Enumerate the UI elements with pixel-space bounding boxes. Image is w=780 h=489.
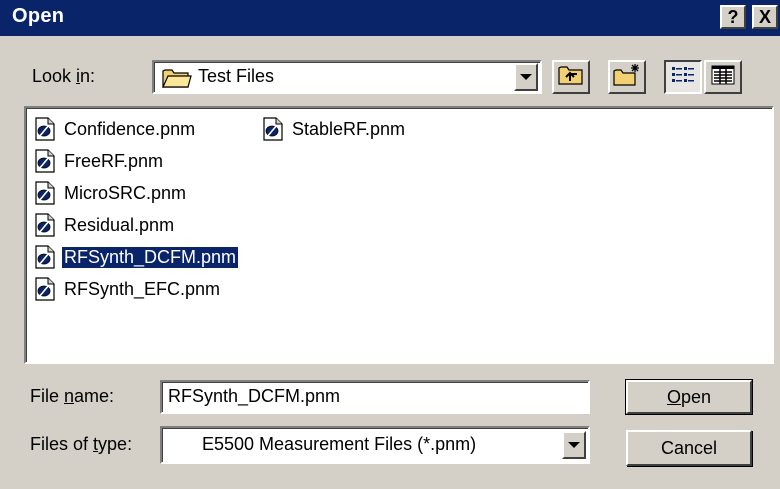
pnm-file-icon [34,116,62,142]
pnm-file-icon [34,244,62,270]
chevron-down-icon [520,74,532,80]
details-view-button[interactable] [704,60,742,94]
file-name-input[interactable]: RFSynth_DCFM.pnm [160,380,590,414]
look-in-value: Test Files [198,66,275,86]
look-in-dropdown-button[interactable] [514,63,538,91]
file-item-label: FreeRF.pnm [64,150,164,171]
pnm-file-icon [34,212,62,238]
file-type-value: E5500 Measurement Files (*.pnm) [202,434,477,454]
list-view-icon [670,64,696,91]
file-item[interactable]: RFSynth_EFC.pnm [34,274,222,304]
details-view-icon [710,64,736,91]
list-view-button[interactable] [664,60,702,94]
file-type-label: Files of type: [30,434,133,454]
file-item-label: StableRF.pnm [292,118,406,139]
pnm-file-icon [262,116,290,142]
cancel-button-label: Cancel [660,437,718,458]
open-button[interactable]: Open [625,379,753,415]
file-type-dropdown-button[interactable] [562,431,586,459]
file-item[interactable]: RFSynth_DCFM.pnm [34,242,240,272]
new-folder-icon [613,63,641,92]
file-item-label: Confidence.pnm [64,118,196,139]
title-bar: Open ? X [0,0,780,36]
file-item-label: MicroSRC.pnm [64,182,187,203]
help-icon: ? [727,7,739,27]
pnm-file-icon [34,180,62,206]
file-item-label: Residual.pnm [64,214,175,235]
pnm-file-icon [34,276,62,302]
file-name-label: File name: [30,386,115,406]
file-item[interactable]: MicroSRC.pnm [34,178,188,208]
close-icon: X [758,7,771,27]
open-button-label: Open [666,386,712,407]
look-in-combo[interactable]: Test Files [152,60,542,94]
file-item-label: RFSynth_DCFM.pnm [60,245,240,269]
file-list[interactable]: Confidence.pnm FreeRF.pnm MicroSRC.pnm Resi… [24,106,774,364]
close-button[interactable]: X [752,5,778,29]
file-item[interactable]: StableRF.pnm [262,114,407,144]
pnm-file-icon [34,148,62,174]
cancel-button[interactable]: Cancel [626,430,752,466]
new-folder-button[interactable] [608,60,646,94]
window-title: Open [12,5,65,27]
help-button[interactable]: ? [720,5,746,29]
file-item[interactable]: Confidence.pnm [34,114,197,144]
look-in-label: Look in: [32,66,96,86]
up-one-level-button[interactable] [552,60,590,94]
file-item-label: RFSynth_EFC.pnm [64,278,221,299]
up-folder-icon [558,64,584,91]
chevron-down-icon [568,442,580,448]
folder-icon [162,67,192,94]
file-type-select[interactable]: E5500 Measurement Files (*.pnm) [160,426,590,464]
file-name-value: RFSynth_DCFM.pnm [168,386,341,406]
file-item[interactable]: Residual.pnm [34,210,176,240]
file-item[interactable]: FreeRF.pnm [34,146,165,176]
